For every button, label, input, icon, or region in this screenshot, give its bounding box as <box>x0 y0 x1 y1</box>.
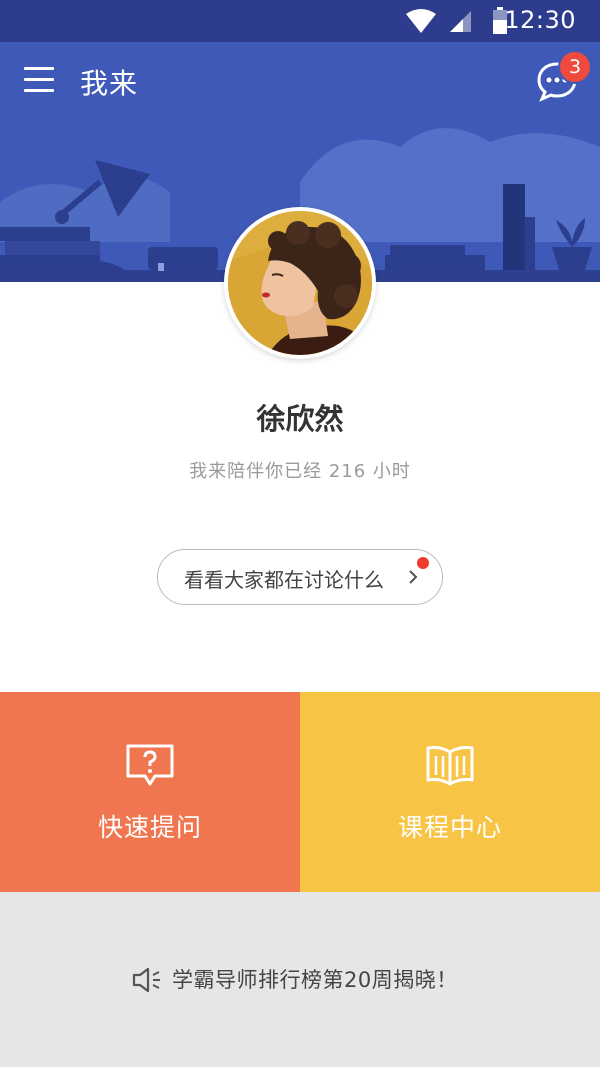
course-center-tile[interactable]: 课程中心 <box>300 692 600 892</box>
announcement-bar[interactable]: 学霸导师排行榜第20周揭晓！ <box>0 892 600 1067</box>
menu-icon-bar <box>24 78 54 81</box>
message-count-badge: 3 <box>558 50 592 84</box>
quick-question-label: 快速提问 <box>97 813 202 842</box>
status-bar: 12:30 <box>0 0 600 42</box>
app-title: 我来 <box>80 67 139 100</box>
avatar-frame[interactable] <box>224 207 376 359</box>
question-bubble-icon <box>126 744 174 786</box>
cell-signal-icon <box>450 11 471 32</box>
discuss-button-label: 看看大家都在讨论什么 <box>184 568 384 592</box>
notification-dot <box>417 557 429 569</box>
status-time: 12:30 <box>504 6 576 34</box>
open-book-icon <box>426 746 474 786</box>
wifi-icon <box>406 9 436 33</box>
speaker-icon <box>132 967 160 993</box>
avatar-portrait-image <box>228 211 372 355</box>
discuss-button[interactable]: 看看大家都在讨论什么 <box>157 549 443 605</box>
menu-icon <box>24 67 54 70</box>
menu-button[interactable] <box>24 65 54 95</box>
companion-hours-text: 我来陪伴你已经 216 小时 <box>189 461 411 482</box>
chevron-right-icon <box>409 570 418 584</box>
avatar <box>228 211 372 355</box>
course-center-label: 课程中心 <box>397 813 502 842</box>
menu-icon-bar <box>24 89 54 92</box>
user-name: 徐欣然 <box>256 402 344 436</box>
quick-question-tile[interactable]: 快速提问 <box>0 692 300 892</box>
announcement-text: 学霸导师排行榜第20周揭晓！ <box>172 968 458 992</box>
